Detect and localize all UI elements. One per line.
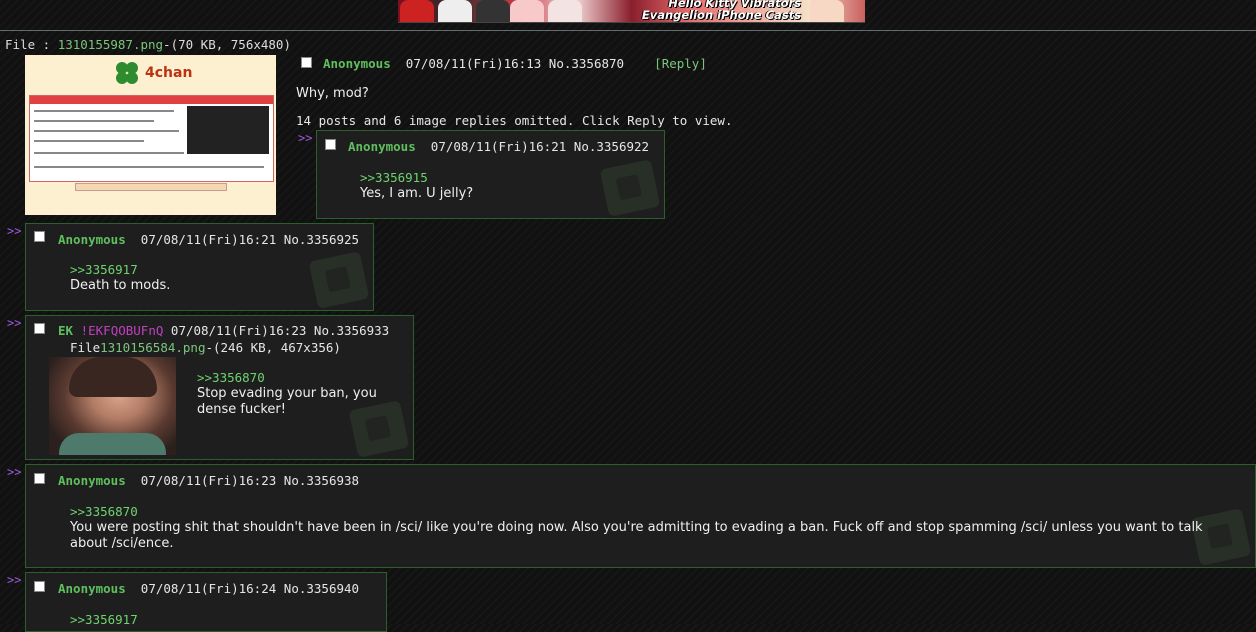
post-datetime: 07/08/11(Fri)16:24 [140,581,277,596]
reply-checkbox[interactable] [34,231,45,242]
banner-figure [476,0,510,22]
poster-name: Anonymous [323,56,391,71]
reply-body-line: about /sci/ence. [70,536,174,551]
tripcode: !EKFQOBUFnQ [80,323,164,338]
post-number[interactable]: No.3356938 [284,473,359,488]
quote-link[interactable]: >>3356870 [70,504,138,519]
post-number[interactable]: No.3356940 [284,581,359,596]
watermark-icon [348,400,410,458]
banner-ad[interactable]: Hello Kitty Vibrators Evangelion iPhone … [398,0,865,23]
reply-header: EK !EKFQOBUFnQ 07/08/11(Fri)16:23 No.335… [58,323,389,338]
reply-file-info: File1310156584.png-(246 KB, 467x356) [70,340,341,355]
reply-arrow: >> [298,131,313,145]
reply-body-line: Stop evading your ban, you [197,386,377,401]
reply-header: Anonymous 07/08/11(Fri)16:21 No.3356922 [348,139,649,154]
reply-body-line: dense fucker! [197,402,286,417]
post-datetime: 07/08/11(Fri)16:13 [405,56,542,71]
poster-name: Anonymous [58,232,126,247]
file-details: -(70 KB, 756x480) [163,37,291,52]
banner-figure [548,0,582,22]
reply-post: Anonymous 07/08/11(Fri)16:24 No.3356940 … [25,572,387,632]
reply-header: Anonymous 07/08/11(Fri)16:21 No.3356925 [58,232,359,247]
banner-figure [510,0,544,22]
reply-checkbox[interactable] [325,139,336,150]
divider [0,30,1256,31]
reply-arrow: >> [7,573,22,587]
reply-checkbox[interactable] [34,473,45,484]
clover-icon [116,62,138,84]
poster-name: Anonymous [58,581,126,596]
file-label: File [70,340,101,355]
post-number[interactable]: No.3356925 [284,232,359,247]
file-details: -(246 KB, 467x356) [205,340,341,355]
reply-body-line: You were posting shit that shouldn't hav… [70,520,1203,535]
omitted-notice: 14 posts and 6 image replies omitted. Cl… [296,113,733,128]
quote-link[interactable]: >>3356870 [197,370,265,385]
op-body: Why, mod? [296,86,369,101]
post-number[interactable]: No.3356870 [549,56,624,71]
ban-page-preview [29,95,274,182]
op-file-link[interactable]: 1310155987.png [58,37,163,52]
reply-post: Anonymous 07/08/11(Fri)16:21 No.3356925 … [25,223,374,311]
file-label: File : [5,37,58,52]
thumb-logo: 4chan [145,65,193,81]
reply-checkbox[interactable] [34,323,45,334]
banner-figure [438,0,472,22]
quote-link[interactable]: >>3356917 [70,262,138,277]
watermark-icon [1190,508,1252,566]
post-number[interactable]: No.3356933 [314,323,389,338]
banner-figure [810,0,844,22]
quote-link[interactable]: >>3356915 [360,170,428,185]
reply-body: Yes, I am. U jelly? [360,186,474,201]
banner-figure [400,0,434,22]
poster-name: EK [58,323,74,338]
banner-line-2: Evangelion iPhone Casts [641,8,801,22]
watermark-icon [308,251,370,309]
reply-arrow: >> [7,465,22,479]
reply-header: Anonymous 07/08/11(Fri)16:23 No.3356938 [58,473,359,488]
reply-post: Anonymous 07/08/11(Fri)16:23 No.3356938 … [25,464,1256,568]
post-datetime: 07/08/11(Fri)16:21 [430,139,567,154]
op-thumbnail[interactable]: 4chan [25,55,276,215]
reply-link[interactable]: [Reply] [654,56,707,71]
reply-checkbox[interactable] [34,581,45,592]
reply-body: Death to mods. [70,278,171,293]
post-number[interactable]: No.3356922 [574,139,649,154]
reply-arrow: >> [7,224,22,238]
poster-name: Anonymous [58,473,126,488]
reply-image-thumbnail[interactable] [49,357,176,455]
quote-link[interactable]: >>3356917 [70,612,138,627]
poster-name: Anonymous [348,139,416,154]
post-datetime: 07/08/11(Fri)16:23 [170,323,307,338]
op-header: Anonymous 07/08/11(Fri)16:13 No.3356870 … [323,56,707,71]
banner-text: Hello Kitty Vibrators Evangelion iPhone … [642,0,801,21]
post-datetime: 07/08/11(Fri)16:23 [140,473,277,488]
op-checkbox[interactable] [301,57,312,68]
reply-arrow: >> [7,316,22,330]
reply-header: Anonymous 07/08/11(Fri)16:24 No.3356940 [58,581,359,596]
reply-post: Anonymous 07/08/11(Fri)16:21 No.3356922 … [316,130,665,219]
post-datetime: 07/08/11(Fri)16:21 [140,232,277,247]
reply-file-link[interactable]: 1310156584.png [100,340,205,355]
op-file-info: File : 1310155987.png-(70 KB, 756x480) [5,37,291,52]
watermark-icon [599,159,661,217]
